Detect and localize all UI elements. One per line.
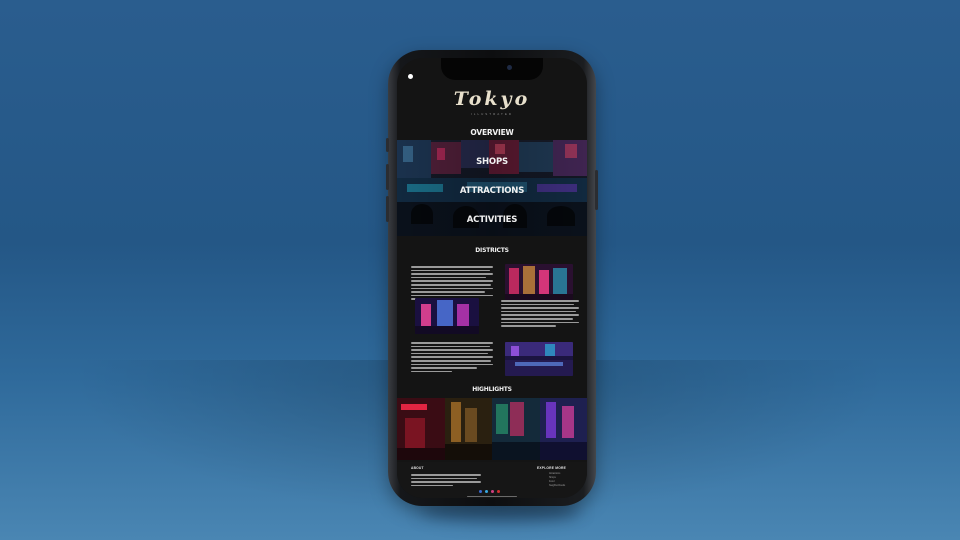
district-image-shibuya[interactable]: [505, 342, 573, 376]
footer-about-heading: ABOUT: [411, 466, 424, 470]
phone-screen: Tokyo ILLUSTRATED OVERVIEW SHOPS ATTRACT…: [397, 58, 587, 498]
district-paragraph-3: [411, 342, 493, 374]
highlight-image-1[interactable]: [397, 398, 445, 460]
footer-link-attractions[interactable]: Attractions: [549, 472, 560, 475]
phone-mockup: Tokyo ILLUSTRATED OVERVIEW SHOPS ATTRACT…: [386, 50, 598, 506]
facebook-icon[interactable]: [479, 490, 482, 493]
instagram-icon[interactable]: [491, 490, 494, 493]
nav-activities[interactable]: ACTIVITIES: [397, 215, 587, 225]
nav-attractions[interactable]: ATTRACTIONS: [397, 186, 587, 196]
highlight-image-2[interactable]: [444, 398, 492, 460]
notch: [441, 58, 543, 80]
districts-heading: DISTRICTS: [475, 247, 509, 254]
status-indicator: [408, 74, 413, 79]
highlights-gallery: [397, 398, 587, 460]
highlight-image-4[interactable]: [539, 398, 587, 460]
site-logo[interactable]: Tokyo: [397, 88, 587, 110]
highlights-heading: HIGHLIGHTS: [472, 386, 512, 393]
footer-explore-heading: EXPLORE MORE: [537, 466, 566, 470]
district-paragraph-2: [501, 300, 579, 329]
district-image-shinjuku[interactable]: [505, 264, 573, 302]
district-paragraph-1: [411, 266, 493, 302]
footer-link-food[interactable]: Food: [549, 480, 554, 483]
volume-down-button: [386, 196, 389, 222]
footer-link-neighborhoods[interactable]: Neighborhoods: [549, 484, 565, 487]
camera-icon: [507, 65, 512, 70]
twitter-icon[interactable]: [485, 490, 488, 493]
volume-up-button: [386, 164, 389, 190]
district-image-akihabara[interactable]: [415, 298, 479, 334]
youtube-icon[interactable]: [497, 490, 500, 493]
mute-switch: [386, 138, 389, 152]
power-button: [595, 170, 598, 210]
highlight-image-3[interactable]: [492, 398, 540, 460]
footer-link-shops[interactable]: Shops: [549, 476, 556, 479]
footer-about-text: [411, 474, 481, 488]
nav-overview[interactable]: OVERVIEW: [397, 128, 587, 137]
site-logo-subtitle: ILLUSTRATED: [470, 112, 514, 116]
nav-shops[interactable]: SHOPS: [397, 157, 587, 167]
